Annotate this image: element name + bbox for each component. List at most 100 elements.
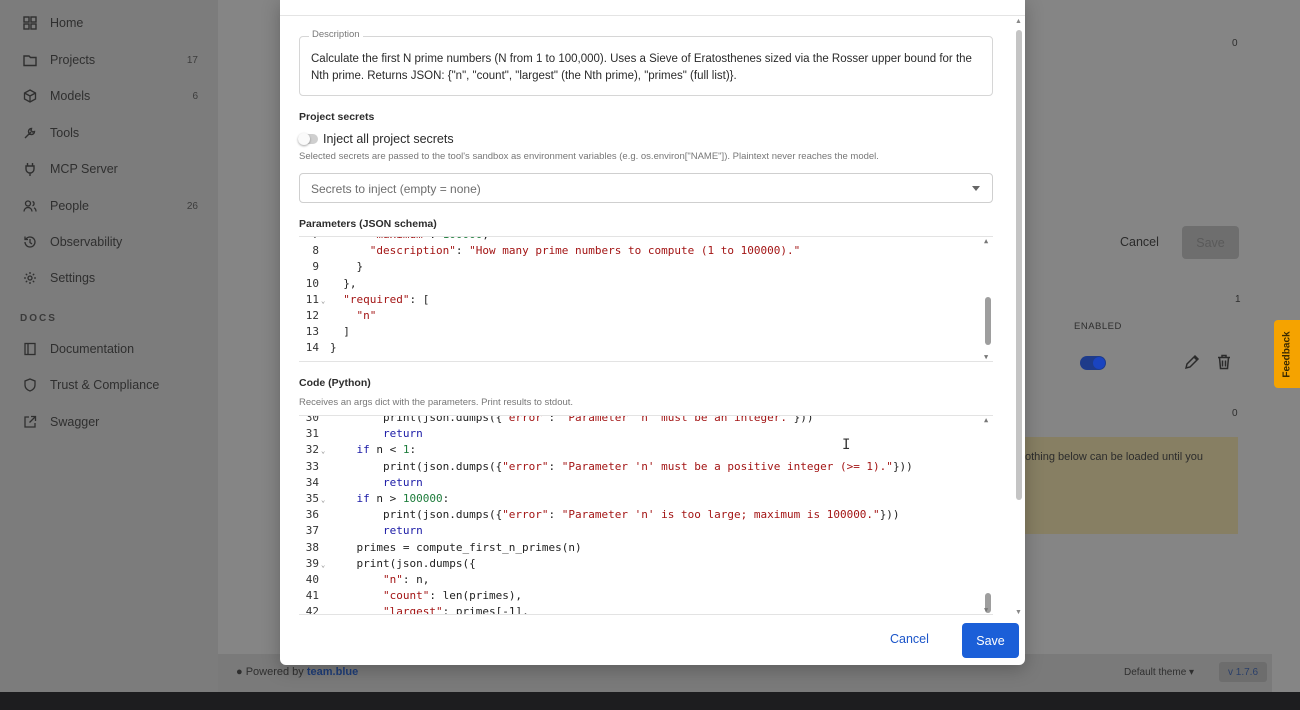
code-line[interactable]: 12 "n" — [299, 308, 979, 324]
sidebar-item-label: Models — [50, 89, 91, 103]
code-text[interactable]: }, — [330, 276, 356, 292]
line-number: 9 — [312, 260, 319, 274]
sidebar-item-trust-compliance[interactable]: Trust & Compliance — [22, 373, 198, 397]
code-text[interactable]: "n" — [330, 308, 377, 324]
edit-tool-modal: Description Calculate the first N prime … — [280, 0, 1025, 665]
sidebar-item-label: Projects — [50, 53, 96, 67]
inject-secrets-label[interactable]: Inject all project secrets — [323, 132, 454, 146]
sidebar-item-swagger[interactable]: Swagger — [22, 410, 198, 434]
code-line[interactable]: 10 }, — [299, 276, 979, 292]
count-badge: 1 — [1235, 294, 1241, 305]
save-button[interactable]: Save — [962, 623, 1019, 658]
code-line[interactable]: 37 return — [299, 523, 979, 539]
code-text[interactable]: "largest": primes[-1], — [330, 604, 529, 614]
code-line[interactable]: 35 ⌄ if n > 100000: — [299, 491, 979, 507]
sidebar-item-projects[interactable]: Projects 17 — [22, 48, 198, 72]
code-text[interactable]: print(json.dumps({"error": "Parameter 'n… — [330, 416, 814, 426]
fold-chevron-icon[interactable]: ⌄ — [321, 443, 325, 459]
code-text[interactable]: } — [330, 259, 363, 275]
powered-brand-link[interactable]: team.blue — [307, 666, 358, 678]
secrets-select[interactable]: Secrets to inject (empty = none) — [299, 173, 993, 203]
warning-text: othing below can be loaded until you — [1025, 451, 1203, 463]
line-number: 32 — [305, 443, 319, 457]
sidebar-item-observability[interactable]: Observability — [22, 230, 198, 254]
code-line[interactable]: 40 "n": n, — [299, 572, 979, 588]
code-line[interactable]: 34 return — [299, 475, 979, 491]
code-line[interactable]: 36 print(json.dumps({"error": "Parameter… — [299, 507, 979, 523]
code-line[interactable]: 41 "count": len(primes), — [299, 588, 979, 604]
scroll-up-icon[interactable]: ▲ — [984, 237, 988, 245]
fold-chevron-icon[interactable]: ⌄ — [321, 492, 325, 508]
code-text[interactable]: ] — [330, 324, 350, 340]
version-badge: v 1.7.6 — [1219, 662, 1267, 682]
code-text[interactable]: if n > 100000: — [330, 491, 450, 507]
code-text[interactable]: return — [330, 475, 423, 491]
line-number: 14 — [305, 341, 319, 355]
code-text[interactable]: "required": [ — [330, 292, 429, 308]
editor-scrollbar[interactable]: ▲ ▼ — [983, 237, 993, 361]
scrollbar-thumb[interactable] — [985, 297, 991, 345]
code-line[interactable]: 7 "maximum": 100000, — [299, 237, 979, 243]
scroll-down-icon[interactable]: ▼ — [984, 606, 988, 614]
code-text[interactable]: } — [330, 340, 337, 356]
code-editor[interactable]: ▲ ▼ 30 print(json.dumps({"error": "Param… — [299, 415, 993, 615]
sidebar-item-documentation[interactable]: Documentation — [22, 337, 198, 361]
scroll-down-icon[interactable]: ▼ — [984, 353, 988, 361]
scroll-up-icon[interactable]: ▲ — [984, 416, 988, 424]
scroll-down-icon[interactable]: ▼ — [1015, 609, 1022, 616]
code-line[interactable]: 9 } — [299, 259, 979, 275]
theme-label: Default theme — [1124, 667, 1187, 678]
theme-select[interactable]: Default theme ▾ — [1124, 667, 1194, 678]
code-line[interactable]: 33 print(json.dumps({"error": "Parameter… — [299, 459, 979, 475]
cube-icon — [22, 88, 38, 104]
parameters-editor[interactable]: ▲ ▼ 7 "maximum": 100000,8 "description":… — [299, 236, 993, 362]
code-text[interactable]: return — [330, 426, 423, 442]
code-line[interactable]: 31 return — [299, 426, 979, 442]
code-text[interactable]: "count": len(primes), — [330, 588, 522, 604]
code-line[interactable]: 39 ⌄ print(json.dumps({ — [299, 556, 979, 572]
text-cursor-icon: I — [842, 437, 851, 453]
code-line[interactable]: 38 primes = compute_first_n_primes(n) — [299, 540, 979, 556]
code-text[interactable]: primes = compute_first_n_primes(n) — [330, 540, 581, 556]
code-text[interactable]: print(json.dumps({"error": "Parameter 'n… — [330, 459, 913, 475]
powered-prefix: Powered by — [245, 666, 304, 678]
fold-chevron-icon[interactable]: ⌄ — [321, 293, 325, 309]
code-line[interactable]: 32 ⌄ if n < 1: — [299, 442, 979, 458]
editor-scrollbar[interactable]: ▲ ▼ — [983, 416, 993, 614]
sidebar-item-tools[interactable]: Tools — [22, 121, 198, 145]
code-line[interactable]: 8 "description": "How many prime numbers… — [299, 243, 979, 259]
enabled-toggle[interactable] — [1080, 356, 1106, 370]
sidebar-item-label: Documentation — [50, 342, 135, 356]
modal-scrollbar[interactable]: ▲ ▼ — [1014, 18, 1024, 616]
cancel-button[interactable]: Cancel — [890, 632, 929, 646]
sidebar-item-models[interactable]: Models 6 — [22, 84, 198, 108]
code-text[interactable]: if n < 1: — [330, 442, 417, 458]
code-text[interactable]: return — [330, 523, 423, 539]
sidebar-item-label: Tools — [50, 126, 80, 140]
description-text[interactable]: Calculate the first N prime numbers (N f… — [311, 51, 991, 84]
code-text[interactable]: "n": n, — [330, 572, 429, 588]
description-legend: Description — [309, 29, 363, 40]
code-line[interactable]: 30 print(json.dumps({"error": "Parameter… — [299, 416, 979, 426]
sidebar-item-settings[interactable]: Settings — [22, 266, 198, 290]
inject-secrets-toggle[interactable] — [298, 133, 318, 145]
code-text[interactable]: print(json.dumps({ — [330, 556, 475, 572]
code-line[interactable]: 13 ] — [299, 324, 979, 340]
code-line[interactable]: 42 "largest": primes[-1], — [299, 604, 979, 614]
code-line[interactable]: 14} — [299, 340, 979, 356]
code-text[interactable]: print(json.dumps({"error": "Parameter 'n… — [330, 507, 900, 523]
code-line[interactable]: 11 ⌄ "required": [ — [299, 292, 979, 308]
scroll-up-icon[interactable]: ▲ — [1015, 18, 1022, 25]
fold-chevron-icon[interactable]: ⌄ — [321, 557, 325, 573]
sidebar-item-mcp-server[interactable]: MCP Server — [22, 157, 198, 181]
background-save-button[interactable]: Save — [1182, 226, 1239, 259]
sidebar-item-home[interactable]: Home — [22, 11, 198, 35]
code-text[interactable]: "maximum": 100000, — [330, 237, 489, 243]
feedback-tab[interactable]: Feedback — [1274, 320, 1300, 388]
background-cancel-button[interactable]: Cancel — [1120, 235, 1159, 249]
sidebar-item-people[interactable]: People 26 — [22, 194, 198, 218]
scrollbar-thumb[interactable] — [1016, 30, 1022, 500]
code-text[interactable]: "description": "How many prime numbers t… — [330, 243, 800, 259]
trash-icon[interactable] — [1215, 353, 1233, 375]
pencil-icon[interactable] — [1183, 353, 1201, 375]
